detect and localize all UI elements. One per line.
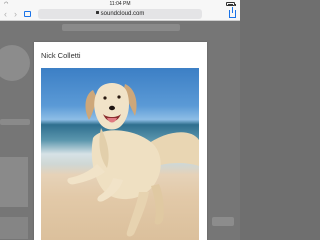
- dog-illustration: [67, 83, 199, 237]
- share-icon[interactable]: [229, 7, 236, 18]
- bookmarks-icon[interactable]: [24, 11, 31, 17]
- background-tile: [0, 157, 28, 207]
- background-avatar: [0, 45, 30, 81]
- status-time: 11:04 PM: [109, 1, 131, 7]
- background-button: [212, 217, 234, 226]
- forward-icon[interactable]: ›: [14, 8, 17, 20]
- address-bar[interactable]: soundcloud.com: [38, 9, 202, 19]
- battery-icon: [226, 2, 236, 6]
- browser-toolbar: ‹ › soundcloud.com: [0, 7, 240, 21]
- profile-image-modal: Nick Colletti: [34, 42, 207, 240]
- wifi-icon: ◠: [4, 1, 9, 7]
- back-icon[interactable]: ‹: [4, 8, 7, 20]
- user-name: Nick Colletti: [41, 51, 81, 60]
- status-bar: ◠ 11:04 PM: [0, 0, 240, 8]
- background-tile: [0, 217, 28, 239]
- address-text: soundcloud.com: [100, 11, 145, 17]
- profile-photo: [41, 68, 199, 240]
- background-button: [0, 119, 30, 125]
- background-search-bar: [62, 24, 180, 31]
- lock-icon: [95, 11, 99, 14]
